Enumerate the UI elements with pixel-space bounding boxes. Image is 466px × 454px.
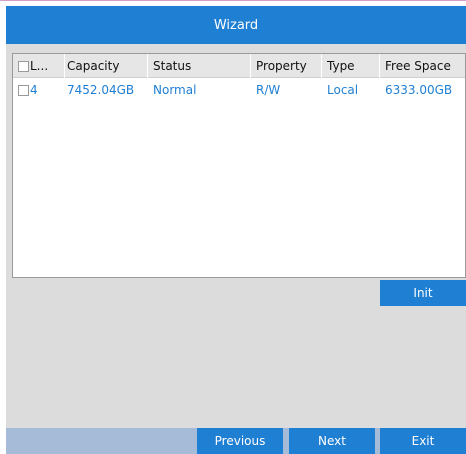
row-type: Local [327, 83, 359, 97]
previous-button[interactable]: Previous [197, 428, 283, 454]
hdd-table: L... Capacity Status Property Type Free … [12, 53, 466, 278]
window-title: Wizard [213, 17, 259, 33]
row-status: Normal [153, 83, 197, 97]
init-button[interactable]: Init [380, 280, 466, 306]
top-accent-line [0, 0, 466, 5]
table-header: L... Capacity Status Property Type Free … [13, 54, 465, 78]
wizard-title-bar: Wizard [6, 6, 466, 44]
column-header-label[interactable]: L... [25, 54, 65, 78]
row-free-space: 6333.00GB [385, 83, 453, 97]
row-label: 4 [30, 83, 38, 97]
footer-bar: Previous Next Exit [6, 428, 466, 454]
row-capacity: 7452.04GB [67, 83, 135, 97]
next-button[interactable]: Next [289, 428, 375, 454]
column-header-capacity[interactable]: Capacity [62, 54, 148, 78]
column-header-property[interactable]: Property [251, 54, 322, 78]
column-header-free-space[interactable]: Free Space [380, 54, 466, 78]
table-row[interactable]: 4 7452.04GB Normal R/W Local 6333.00GB [13, 78, 465, 102]
column-header-status[interactable]: Status [148, 54, 251, 78]
row-property: R/W [256, 83, 281, 97]
exit-button[interactable]: Exit [380, 428, 466, 454]
wizard-content-panel: L... Capacity Status Property Type Free … [6, 44, 466, 428]
column-header-type[interactable]: Type [322, 54, 380, 78]
